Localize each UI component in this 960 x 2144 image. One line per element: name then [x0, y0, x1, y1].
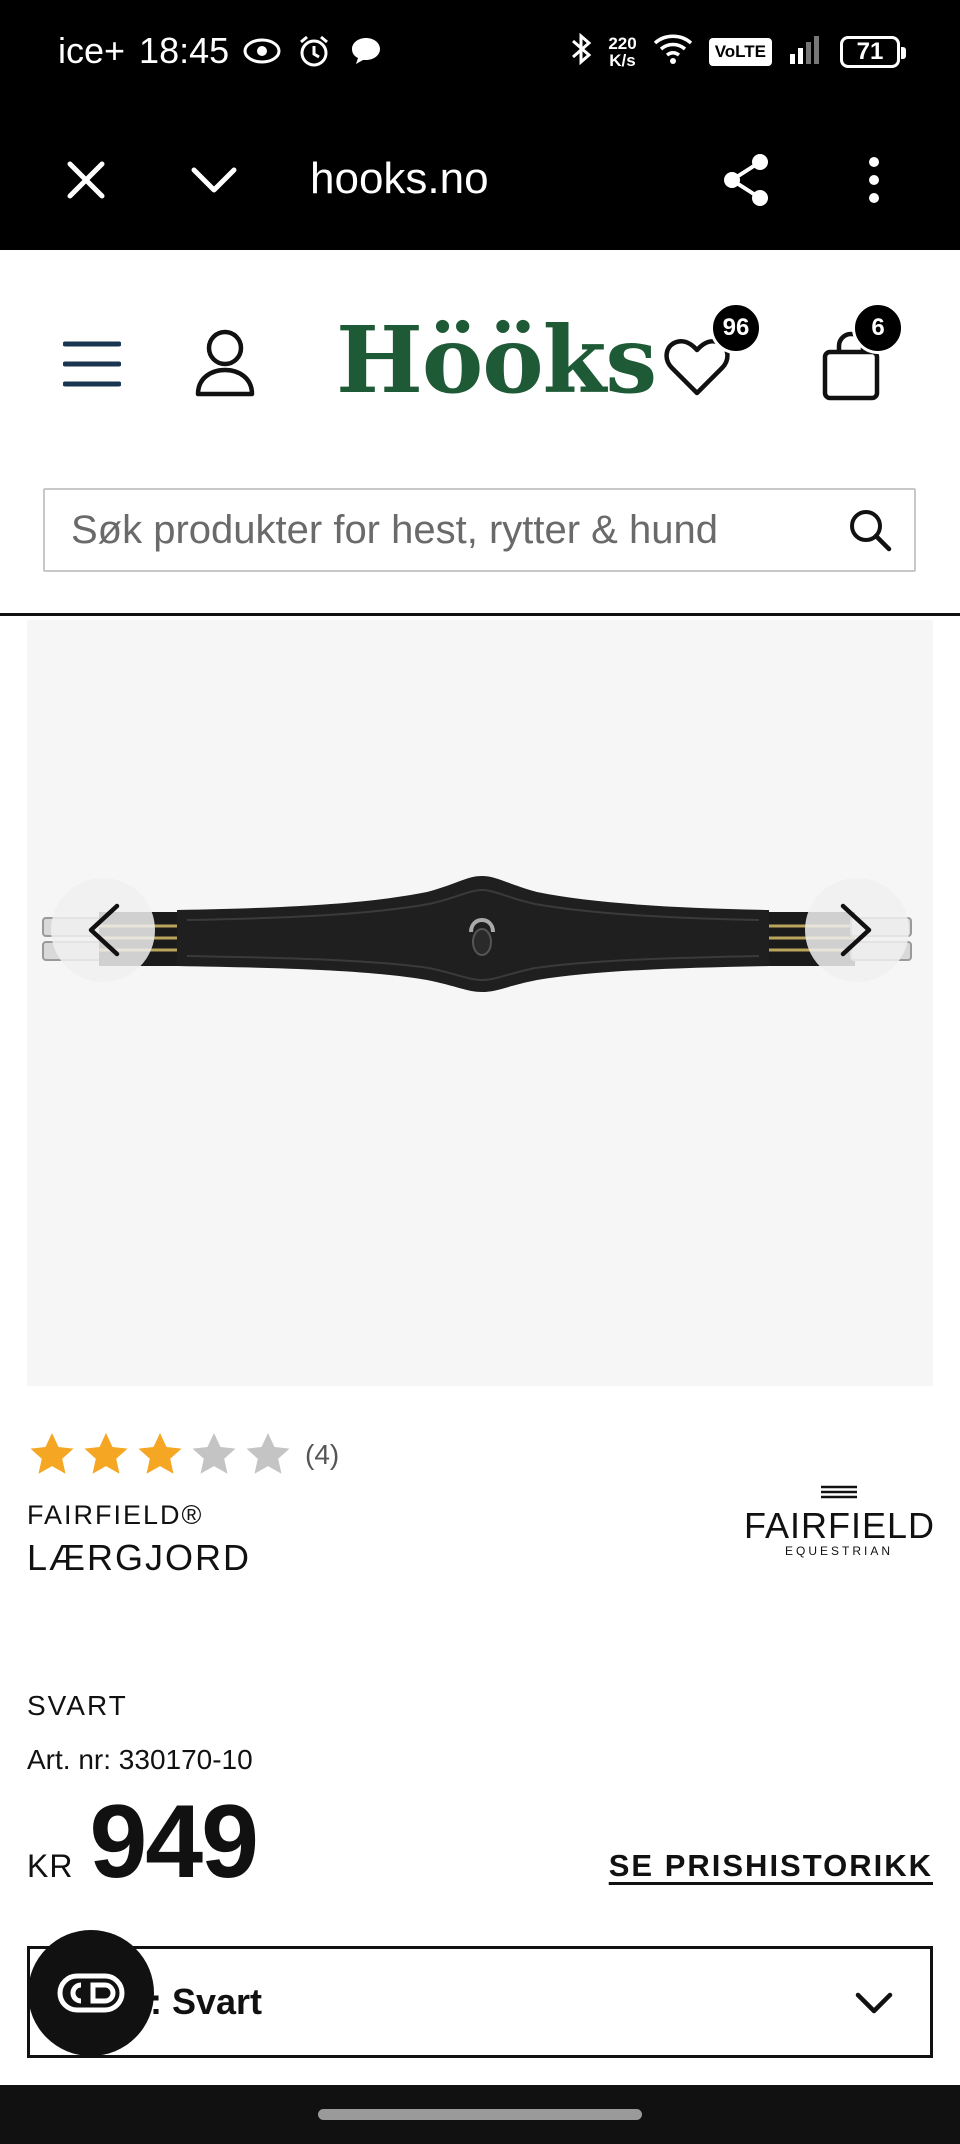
- brand-logo-text: FAIRFIELD: [744, 1505, 936, 1546]
- product-image: [42, 876, 912, 992]
- volte-badge: VoLTE: [708, 37, 772, 66]
- chevron-down-icon: [850, 1979, 898, 2027]
- chat-icon: [57, 1973, 125, 2013]
- clock: 18:45: [139, 30, 230, 71]
- url-text[interactable]: hooks.no: [310, 154, 489, 204]
- cart-count-badge: 6: [852, 302, 904, 354]
- product-color: SVART: [27, 1690, 128, 1721]
- next-image-button[interactable]: [805, 878, 909, 982]
- price: KR 949: [27, 1784, 259, 1900]
- account-icon[interactable]: [190, 326, 260, 400]
- carrier-label: ice+: [58, 30, 126, 71]
- product-rating[interactable]: (4): [27, 1430, 339, 1480]
- variant-select[interactable]: : Svart: [27, 1946, 933, 2058]
- previous-image-button[interactable]: [51, 878, 155, 982]
- site-logo[interactable]: Hööks: [336, 306, 657, 414]
- battery-indicator: 71: [840, 35, 906, 68]
- article-number: Art. nr: 330170-10: [27, 1744, 253, 1775]
- signal-icon: [788, 34, 824, 69]
- brand-logo[interactable]: FAIRFIELD EQUESTRIAN: [744, 1480, 934, 1560]
- brand-logo-mark: [821, 1485, 857, 1499]
- close-icon[interactable]: [54, 148, 118, 212]
- site-header: Hööks 96 6: [0, 250, 960, 616]
- chat-bubble-icon: [347, 32, 385, 70]
- rating-stars: [27, 1430, 293, 1480]
- search-icon[interactable]: [844, 504, 896, 556]
- status-right: 220 K/s VoLTE 71: [570, 32, 906, 71]
- brand-logo-subtext: EQUESTRIAN: [784, 1544, 893, 1558]
- wishlist-count-badge: 96: [710, 302, 762, 354]
- star-empty-icon: [192, 1433, 236, 1474]
- product-title: LÆRGJORD: [27, 1537, 252, 1578]
- browser-toolbar: hooks.no: [0, 110, 960, 250]
- price-currency: KR: [27, 1848, 74, 1884]
- price-history-link[interactable]: SE PRISHISTORIKK: [609, 1848, 933, 1884]
- price-value: 949: [89, 1784, 259, 1900]
- search-input[interactable]: [71, 490, 791, 570]
- product-brand[interactable]: FAIRFIELD®: [27, 1500, 203, 1531]
- more-options-icon[interactable]: [842, 148, 906, 212]
- star-filled-icon: [30, 1433, 74, 1474]
- chevron-right-icon: [840, 903, 872, 957]
- system-navigation-bar: [0, 2085, 960, 2144]
- hamburger-menu-icon[interactable]: [60, 332, 124, 396]
- status-bar: ice+ 18:45 220 K/s VoLTE 71: [0, 0, 960, 110]
- review-count[interactable]: (4): [305, 1439, 339, 1471]
- star-filled-icon: [138, 1433, 182, 1474]
- chevron-down-icon[interactable]: [182, 148, 246, 212]
- eye-icon: [243, 32, 281, 70]
- variant-selected-value: : Svart: [150, 1981, 263, 2022]
- product-image-gallery[interactable]: [27, 620, 933, 1386]
- home-indicator[interactable]: [318, 2109, 642, 2120]
- chevron-left-icon: [88, 903, 120, 957]
- status-left: ice+ 18:45: [58, 30, 385, 72]
- search-bar: [43, 488, 916, 572]
- star-empty-icon: [246, 1433, 290, 1474]
- bluetooth-icon: [570, 32, 592, 71]
- chat-button[interactable]: [28, 1930, 154, 2056]
- wifi-icon: [653, 33, 693, 70]
- star-filled-icon: [84, 1433, 128, 1474]
- share-icon[interactable]: [714, 148, 778, 212]
- network-speed: 220 K/s: [608, 33, 637, 70]
- alarm-icon: [295, 32, 333, 70]
